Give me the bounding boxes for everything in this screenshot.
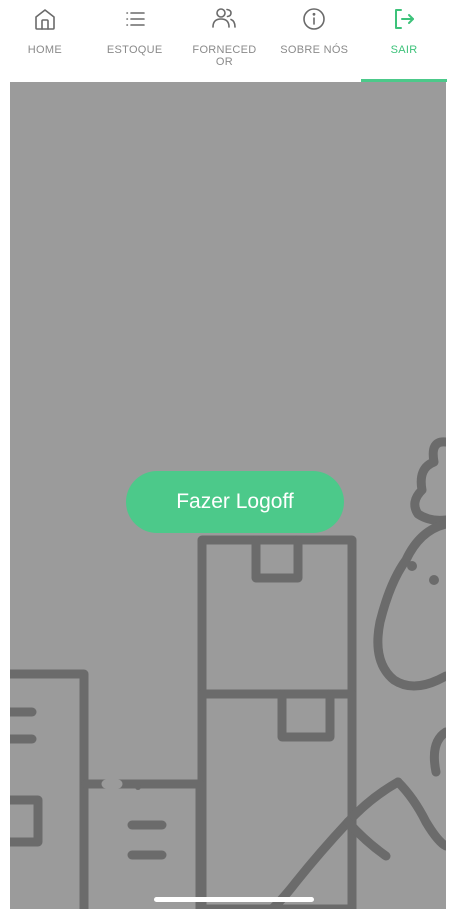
tab-estoque[interactable]: ESTOQUE: [90, 0, 180, 82]
home-indicator: [154, 897, 314, 902]
top-tab-bar: HOME ESTOQUE FORNECED OR SOBRE NÓS SAIR: [0, 0, 449, 82]
tab-fornecedor[interactable]: FORNECED OR: [180, 0, 270, 82]
tab-sair-label: SAIR: [390, 44, 418, 56]
list-icon: [121, 5, 149, 33]
tab-home[interactable]: HOME: [0, 0, 90, 82]
logout-panel: Fazer Logoff: [10, 82, 446, 909]
logout-icon: [390, 5, 418, 33]
tab-sair[interactable]: SAIR: [359, 0, 449, 82]
tab-sobre-label: SOBRE NÓS: [280, 44, 349, 56]
logoff-button[interactable]: Fazer Logoff: [126, 471, 344, 533]
home-icon: [31, 5, 59, 33]
app-screen: HOME ESTOQUE FORNECED OR SOBRE NÓS SAIR …: [0, 0, 449, 909]
tab-sobre[interactable]: SOBRE NÓS: [269, 0, 359, 82]
tab-fornecedor-label: FORNECED OR: [192, 44, 257, 68]
tab-estoque-label: ESTOQUE: [106, 44, 163, 56]
tab-home-label: HOME: [27, 44, 62, 56]
info-icon: [300, 5, 328, 33]
users-icon: [210, 5, 238, 33]
